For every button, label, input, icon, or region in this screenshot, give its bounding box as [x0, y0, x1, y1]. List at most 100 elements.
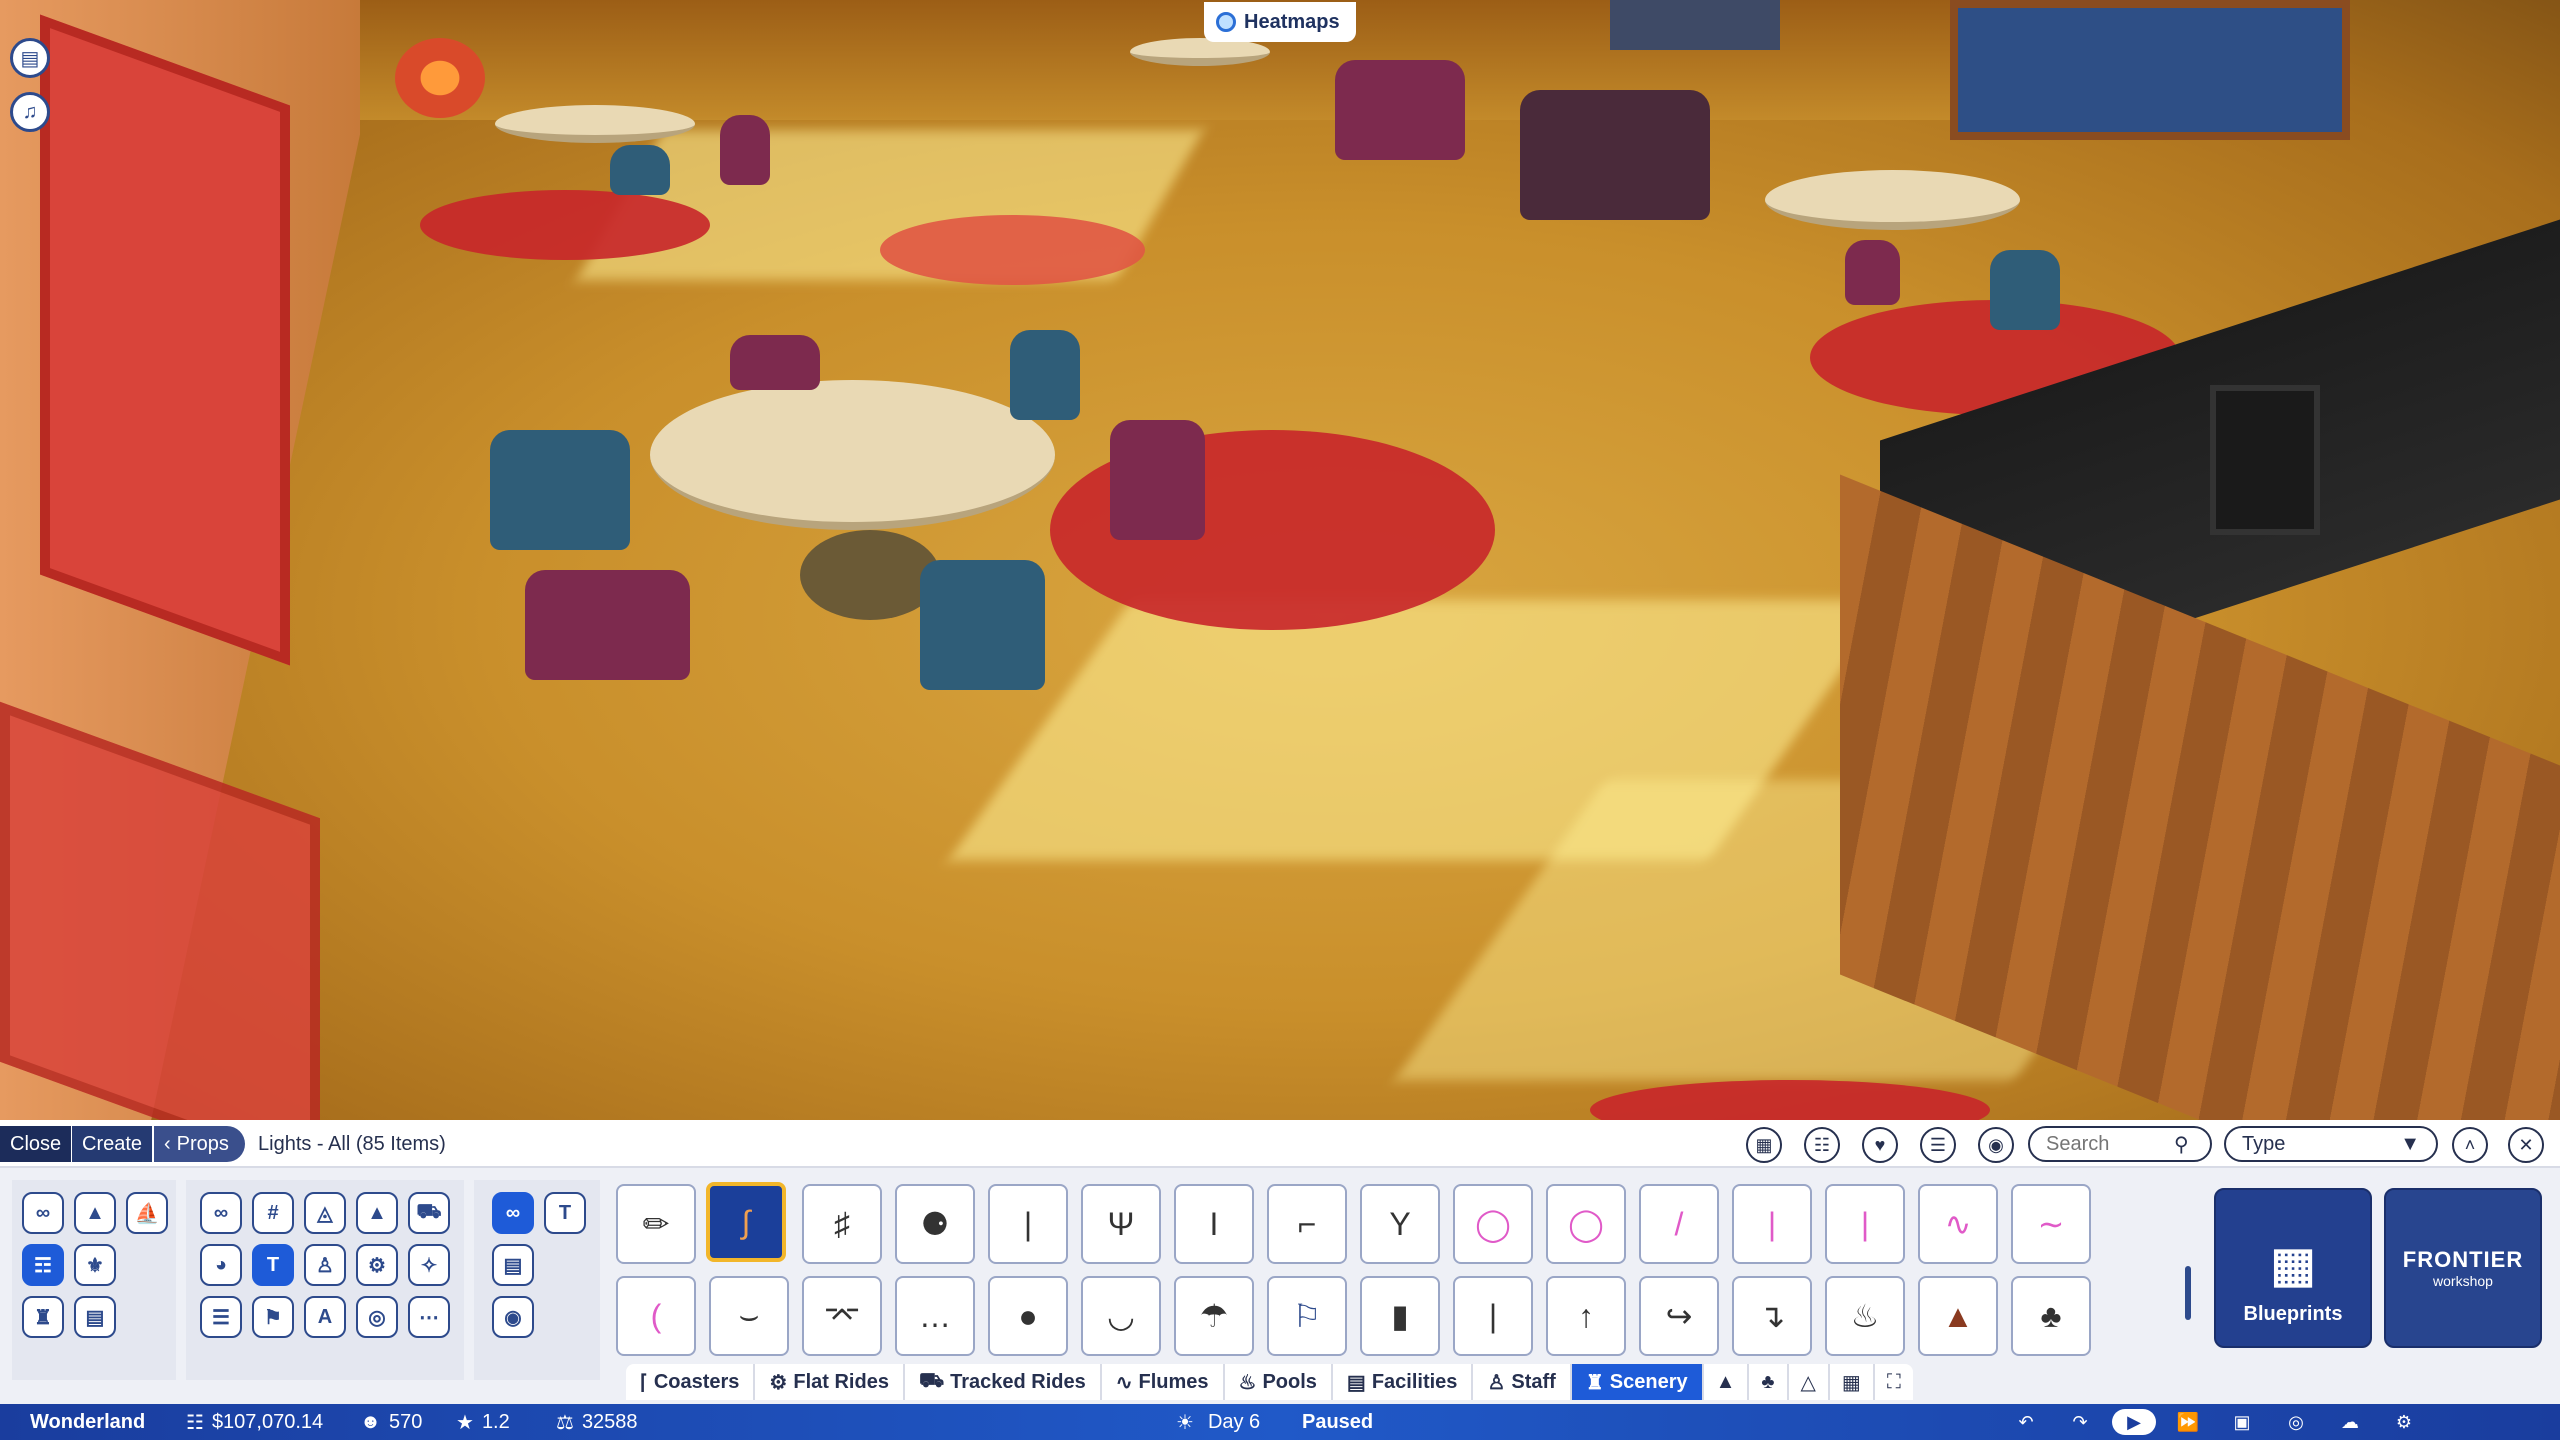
settings-button[interactable]: ⚙	[2382, 1409, 2426, 1435]
item-torch-light[interactable]: ✏	[616, 1184, 696, 1264]
light-type-post-button[interactable]: T	[544, 1192, 586, 1234]
subcategory-ring-button[interactable]: ◎	[356, 1296, 398, 1338]
item-hanging-bulb[interactable]: ●	[988, 1276, 1068, 1356]
item-lantern-post[interactable]: ♯	[802, 1184, 882, 1264]
item-arm-lamp[interactable]: ↪	[1639, 1276, 1719, 1356]
category-towers-button[interactable]: ♜	[22, 1296, 64, 1338]
tab-tracked-rides[interactable]: ⛟ Tracked Rides	[905, 1364, 1102, 1400]
tab-coasters[interactable]: ⌈ Coasters	[626, 1364, 756, 1400]
item-string-lights-2[interactable]: ⌤	[802, 1276, 882, 1356]
item-neon-arc[interactable]: (	[616, 1276, 696, 1356]
item-spot-post[interactable]: ⚐	[1267, 1276, 1347, 1356]
tab-flat-rides[interactable]: ⚙ Flat Rides	[755, 1364, 905, 1400]
subcategory-letters-button[interactable]: A	[304, 1296, 346, 1338]
item-candle-stick[interactable]: |	[988, 1184, 1068, 1264]
item-brazier[interactable]: ▲	[1918, 1276, 1998, 1356]
item-tulip-light[interactable]: Y	[1360, 1184, 1440, 1264]
tab-staff[interactable]: ♙ Staff	[1473, 1364, 1572, 1400]
item-hook-light[interactable]: ⌐	[1267, 1184, 1347, 1264]
item-neon-ring-2[interactable]: ◯	[1546, 1184, 1626, 1264]
category-props-button[interactable]: ☶	[22, 1244, 64, 1286]
play-button[interactable]: ▶	[2112, 1409, 2156, 1435]
tab-pools[interactable]: ♨ Pools	[1225, 1364, 1333, 1400]
item-hanging-lamp[interactable]: ↑	[1546, 1276, 1626, 1356]
filter-button[interactable]: ☰	[1920, 1127, 1956, 1163]
tab-terrain[interactable]: ▲	[1704, 1364, 1750, 1400]
subcategory-people-button[interactable]: ♙	[304, 1244, 346, 1286]
item-post-lantern[interactable]: ♣	[2011, 1276, 2091, 1356]
subcategory-dome-button[interactable]: ◕	[200, 1244, 242, 1286]
category-all-button[interactable]: ∞	[22, 1192, 64, 1234]
rating-display[interactable]: ★ 1.2	[456, 1404, 510, 1440]
subcategory-sprinkler-button[interactable]: ✧	[408, 1244, 450, 1286]
visibility-button[interactable]: ◉	[1978, 1127, 2014, 1163]
group-button[interactable]: ☷	[1804, 1127, 1840, 1163]
camera-button[interactable]: ▣	[2220, 1409, 2264, 1435]
item-neon-wave-2[interactable]: ∼	[2011, 1184, 2091, 1264]
redo-button[interactable]: ↷	[2058, 1409, 2102, 1435]
item-neon-tube-diag[interactable]: /	[1639, 1184, 1719, 1264]
category-fountains-button[interactable]: ⚜	[74, 1244, 116, 1286]
park-viewport[interactable]	[0, 0, 2560, 1120]
tab-expand[interactable]: ⛶	[1875, 1364, 1913, 1400]
item-neon-ring[interactable]: ◯	[1453, 1184, 1533, 1264]
heatmaps-button[interactable]: Heatmaps	[1204, 2, 1356, 42]
tab-facilities[interactable]: ▤ Facilities	[1333, 1364, 1474, 1400]
close-button[interactable]: Close	[0, 1126, 72, 1162]
category-trees-button[interactable]: ▲	[74, 1192, 116, 1234]
breadcrumb-props[interactable]: ‹ Props	[154, 1126, 245, 1162]
subcategory-lights-button[interactable]: T	[252, 1244, 294, 1286]
park-name[interactable]: Wonderland	[30, 1404, 145, 1440]
date-display[interactable]: ☀ Day 6	[1176, 1404, 1260, 1440]
subcategory-vehicle-button[interactable]: ⛟	[408, 1192, 450, 1234]
globe-button[interactable]: ◎	[2274, 1409, 2318, 1435]
category-boats-button[interactable]: ⛵	[126, 1192, 168, 1234]
type-dropdown[interactable]: Type ▼	[2224, 1126, 2438, 1162]
item-tiki-torch[interactable]: ⚈	[895, 1184, 975, 1264]
tab-scenery[interactable]: ♜ Scenery	[1571, 1364, 1704, 1400]
item-neon-tube[interactable]: |	[1732, 1184, 1812, 1264]
item-pole-plain[interactable]: |	[1453, 1276, 1533, 1356]
light-type-billboard-button[interactable]: ▤	[492, 1244, 534, 1286]
breadcrumb-create[interactable]: Create	[72, 1126, 153, 1162]
light-type-spot-button[interactable]: ◉	[492, 1296, 534, 1338]
subcategory-all-button[interactable]: ∞	[200, 1192, 242, 1234]
subcategory-grid-button[interactable]: #	[252, 1192, 294, 1234]
tab-flumes[interactable]: ∿ Flumes	[1102, 1364, 1225, 1400]
fast-forward-button[interactable]: ⏩	[2166, 1409, 2210, 1435]
item-string-lights[interactable]: ⌣	[709, 1276, 789, 1356]
subcategory-more-button[interactable]: ⋯	[408, 1296, 450, 1338]
item-bracket-lamp[interactable]: ↴	[1732, 1276, 1812, 1356]
clipboard-button[interactable]: ▤	[10, 38, 50, 78]
subcategory-gears-button[interactable]: ⚙	[356, 1244, 398, 1286]
frontier-workshop-card[interactable]: FRONTIER workshop	[2384, 1188, 2542, 1348]
undo-button[interactable]: ↶	[2004, 1409, 2048, 1435]
items-scrollbar[interactable]	[2185, 1266, 2191, 1320]
guests-display[interactable]: ☻ 570	[360, 1404, 422, 1440]
weather-button[interactable]: ☁	[2328, 1409, 2372, 1435]
notifications-button[interactable]: ♫	[10, 92, 50, 132]
subcategory-frame-button[interactable]: ◬	[304, 1192, 346, 1234]
tab-paths[interactable]: ▦	[1830, 1364, 1875, 1400]
tab-trees[interactable]: ♣	[1749, 1364, 1789, 1400]
item-neon-tube-2[interactable]: |	[1825, 1184, 1905, 1264]
item-pillar-light[interactable]: ▮	[1360, 1276, 1440, 1356]
item-curved-lamp[interactable]: ∫	[706, 1182, 786, 1262]
item-branch-light[interactable]: Ψ	[1081, 1184, 1161, 1264]
favorites-button[interactable]: ♥	[1862, 1127, 1898, 1163]
item-string-lights-3[interactable]: …	[895, 1276, 975, 1356]
blueprint-save-button[interactable]: ▦	[1746, 1127, 1782, 1163]
item-pole-light[interactable]: I	[1174, 1184, 1254, 1264]
light-type-all-button[interactable]: ∞	[492, 1192, 534, 1234]
subcategory-banner-button[interactable]: ⚑	[252, 1296, 294, 1338]
collapse-button[interactable]: ˄	[2452, 1127, 2488, 1163]
category-signs-button[interactable]: ▤	[74, 1296, 116, 1338]
subcategory-build-button[interactable]: ▲	[356, 1192, 398, 1234]
money-display[interactable]: ☷ $107,070.14	[186, 1404, 323, 1440]
item-bowl-light[interactable]: ◡	[1081, 1276, 1161, 1356]
subcategory-stack-button[interactable]: ☰	[200, 1296, 242, 1338]
tab-mountain[interactable]: △	[1789, 1364, 1830, 1400]
item-umbrella-light[interactable]: ☂	[1174, 1276, 1254, 1356]
research-display[interactable]: ⚖ 32588	[556, 1404, 638, 1440]
close-panel-button[interactable]: ✕	[2508, 1127, 2544, 1163]
